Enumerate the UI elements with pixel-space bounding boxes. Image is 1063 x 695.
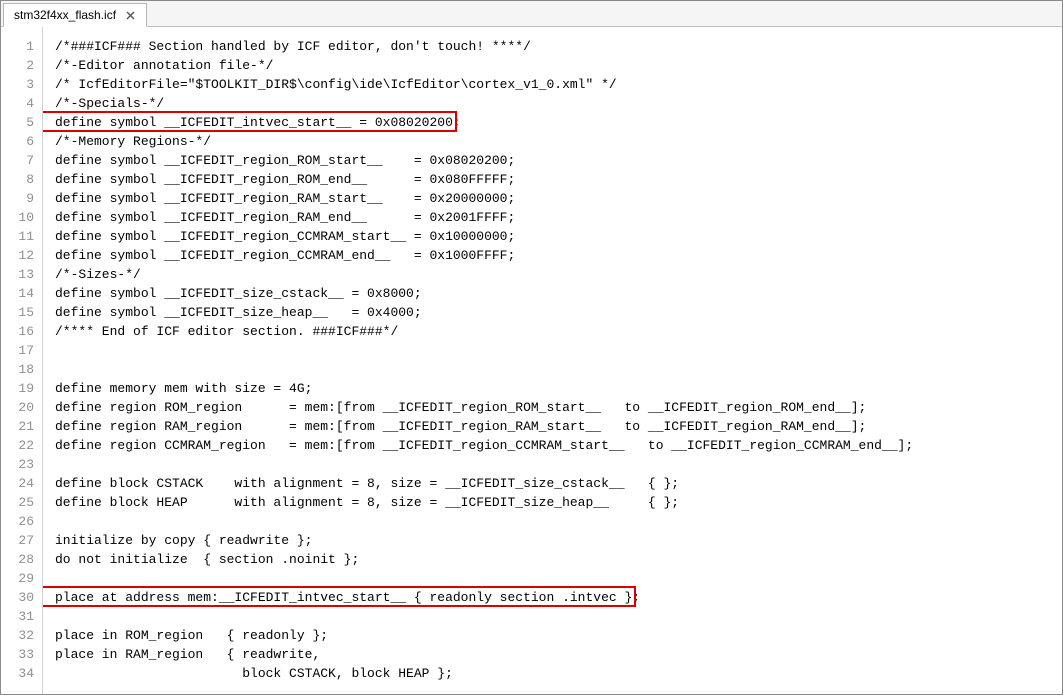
line-number: 24 [1,474,34,493]
close-icon[interactable] [124,9,136,21]
line-number: 25 [1,493,34,512]
code-line[interactable]: place in RAM_region { readwrite, [55,645,1062,664]
line-number: 18 [1,360,34,379]
tab-bar: stm32f4xx_flash.icf [1,1,1062,27]
line-number: 1 [1,37,34,56]
code-line[interactable] [55,455,1062,474]
code-line[interactable]: define symbol __ICFEDIT_region_RAM_end__… [55,208,1062,227]
code-line[interactable]: /**** End of ICF editor section. ###ICF#… [55,322,1062,341]
line-number: 11 [1,227,34,246]
code-line[interactable]: define symbol __ICFEDIT_size_cstack__ = … [55,284,1062,303]
line-number: 19 [1,379,34,398]
code-line[interactable]: /*-Specials-*/ [55,94,1062,113]
line-number: 22 [1,436,34,455]
line-number: 9 [1,189,34,208]
code-line[interactable]: place in ROM_region { readonly }; [55,626,1062,645]
line-number: 33 [1,645,34,664]
line-number: 28 [1,550,34,569]
code-line[interactable] [55,512,1062,531]
line-number: 23 [1,455,34,474]
code-line[interactable]: define block CSTACK with alignment = 8, … [55,474,1062,493]
code-line[interactable]: define symbol __ICFEDIT_intvec_start__ =… [55,113,1062,132]
code-line[interactable]: define block HEAP with alignment = 8, si… [55,493,1062,512]
line-number: 2 [1,56,34,75]
line-number: 29 [1,569,34,588]
line-number: 10 [1,208,34,227]
tab-file[interactable]: stm32f4xx_flash.icf [3,3,147,27]
code-line[interactable]: /*-Editor annotation file-*/ [55,56,1062,75]
line-number: 34 [1,664,34,683]
code-line[interactable]: define region CCMRAM_region = mem:[from … [55,436,1062,455]
line-number: 17 [1,341,34,360]
tab-title: stm32f4xx_flash.icf [14,8,116,22]
line-number: 3 [1,75,34,94]
code-line[interactable]: initialize by copy { readwrite }; [55,531,1062,550]
code-area[interactable]: /*###ICF### Section handled by ICF edito… [43,27,1062,694]
line-number: 12 [1,246,34,265]
line-number: 13 [1,265,34,284]
line-number: 5 [1,113,34,132]
code-line[interactable] [55,607,1062,626]
code-line[interactable] [55,360,1062,379]
code-line[interactable]: place at address mem:__ICFEDIT_intvec_st… [55,588,1062,607]
code-line[interactable]: define symbol __ICFEDIT_size_heap__ = 0x… [55,303,1062,322]
code-line[interactable]: define region RAM_region = mem:[from __I… [55,417,1062,436]
code-editor[interactable]: 1234567891011121314151617181920212223242… [1,27,1062,694]
code-line[interactable]: /*-Sizes-*/ [55,265,1062,284]
line-number: 27 [1,531,34,550]
line-number: 6 [1,132,34,151]
line-number: 20 [1,398,34,417]
code-line[interactable]: /*-Memory Regions-*/ [55,132,1062,151]
line-number-gutter: 1234567891011121314151617181920212223242… [1,27,43,694]
code-line[interactable]: define region ROM_region = mem:[from __I… [55,398,1062,417]
line-number: 7 [1,151,34,170]
code-line[interactable]: /*###ICF### Section handled by ICF edito… [55,37,1062,56]
line-number: 21 [1,417,34,436]
line-number: 14 [1,284,34,303]
code-line[interactable]: /* IcfEditorFile="$TOOLKIT_DIR$\config\i… [55,75,1062,94]
line-number: 31 [1,607,34,626]
line-number: 32 [1,626,34,645]
code-line[interactable]: define symbol __ICFEDIT_region_RAM_start… [55,189,1062,208]
code-line[interactable]: define symbol __ICFEDIT_region_CCMRAM_en… [55,246,1062,265]
code-line[interactable] [55,569,1062,588]
code-line[interactable]: define memory mem with size = 4G; [55,379,1062,398]
line-number: 26 [1,512,34,531]
code-line[interactable]: define symbol __ICFEDIT_region_ROM_end__… [55,170,1062,189]
line-number: 15 [1,303,34,322]
line-number: 16 [1,322,34,341]
code-line[interactable] [55,341,1062,360]
line-number: 8 [1,170,34,189]
code-line[interactable]: define symbol __ICFEDIT_region_ROM_start… [55,151,1062,170]
line-number: 4 [1,94,34,113]
code-line[interactable]: block CSTACK, block HEAP }; [55,664,1062,683]
line-number: 30 [1,588,34,607]
code-line[interactable]: do not initialize { section .noinit }; [55,550,1062,569]
editor-window: stm32f4xx_flash.icf 12345678910111213141… [0,0,1063,695]
code-line[interactable]: define symbol __ICFEDIT_region_CCMRAM_st… [55,227,1062,246]
